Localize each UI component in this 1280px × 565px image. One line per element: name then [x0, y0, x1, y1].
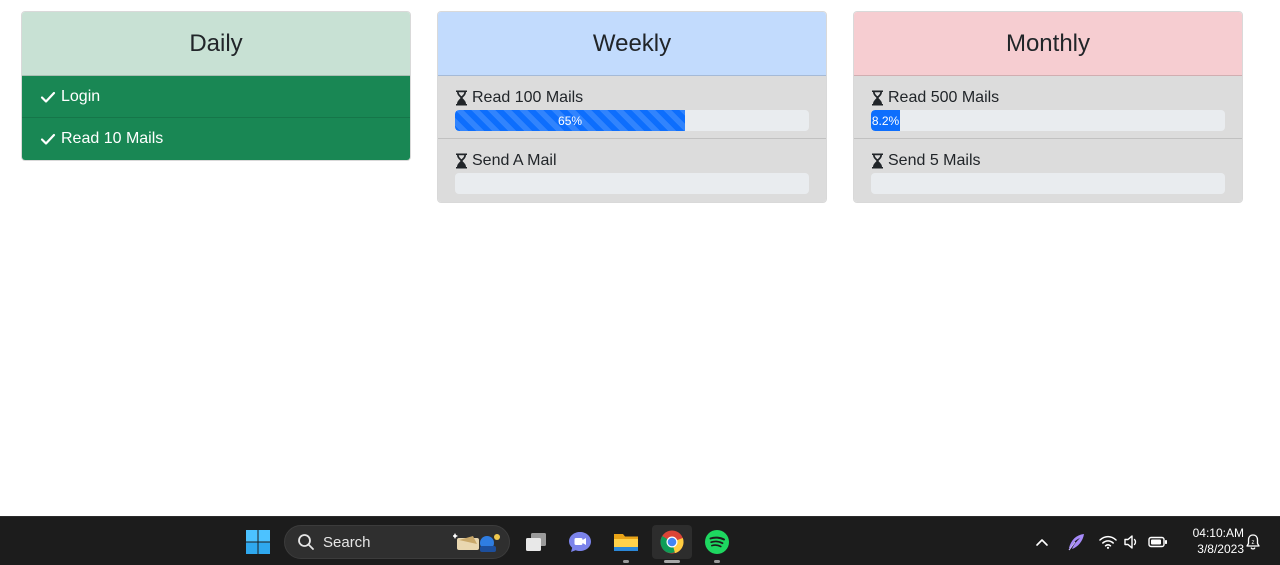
progress-track [871, 173, 1225, 194]
weekly-task-read-mails[interactable]: Read 100 Mails 65% [438, 76, 826, 139]
check-icon [40, 91, 56, 103]
spotify-button[interactable] [700, 525, 734, 563]
hourglass-icon [872, 153, 883, 169]
taskbar-search[interactable]: Search [284, 525, 510, 559]
running-indicator [623, 560, 629, 563]
notification-center-button[interactable]: z [1241, 525, 1265, 559]
search-label: Search [323, 533, 371, 551]
wifi-icon [1099, 535, 1117, 549]
show-hidden-icons-button[interactable] [1026, 525, 1058, 559]
file-explorer-icon [614, 534, 638, 551]
system-clock[interactable]: 04:10:AM 3/8/2023 [1178, 525, 1244, 557]
chevron-up-icon [1036, 539, 1048, 546]
monthly-task-send-mails[interactable]: Send 5 Mails [854, 139, 1242, 202]
progress-bar: 8.2% [871, 110, 901, 131]
volume-button[interactable] [1118, 525, 1146, 559]
task-label: Send 5 Mails [888, 152, 981, 169]
progress-track: 8.2% [871, 110, 1225, 131]
progress-track [455, 173, 809, 194]
task-label: Read 500 Mails [888, 89, 1000, 106]
file-explorer-button[interactable] [609, 525, 643, 563]
teams-chat-button[interactable] [563, 525, 597, 559]
quest-board: Daily Login Read 10 Mails Weekly Read 10… [0, 0, 1280, 516]
hourglass-icon [456, 153, 467, 169]
task-view-icon [526, 533, 546, 551]
search-highlight-icon [453, 533, 500, 552]
hourglass-icon [456, 90, 467, 106]
start-icon [246, 530, 270, 554]
task-label: Read 10 Mails [61, 130, 164, 147]
hourglass-icon [872, 90, 883, 106]
check-icon [40, 133, 56, 145]
notification-icon: z [1246, 534, 1260, 550]
daily-task-login[interactable]: Login [22, 76, 410, 118]
clock-time: 04:10:AM [1192, 526, 1244, 540]
start-button[interactable] [241, 525, 275, 559]
svg-text:z: z [1252, 540, 1255, 546]
feather-app-icon [1068, 534, 1084, 551]
search-icon [298, 534, 314, 550]
task-label: Login [61, 87, 101, 105]
chrome-button[interactable] [652, 525, 692, 563]
clock-date: 3/8/2023 [1197, 542, 1244, 556]
progress-bar: 65% [455, 110, 686, 131]
task-label: Read 100 Mails [472, 89, 584, 106]
weekly-card: Weekly Read 100 Mails 65% Send A Mail [437, 11, 827, 203]
battery-icon [1148, 536, 1167, 548]
taskbar: Search 04:10:AM 3/8/2023 z [0, 516, 1280, 565]
daily-card: Daily Login Read 10 Mails [21, 11, 411, 161]
battery-button[interactable] [1143, 525, 1173, 559]
task-label: Send A Mail [472, 152, 557, 169]
spotify-icon [705, 530, 729, 554]
feather-app-button[interactable] [1060, 525, 1092, 559]
volume-icon [1124, 535, 1137, 549]
running-indicator [714, 560, 720, 563]
weekly-task-send-mail[interactable]: Send A Mail [438, 139, 826, 202]
monthly-header: Monthly [854, 12, 1242, 76]
chrome-icon [660, 530, 684, 554]
teams-chat-icon [569, 532, 591, 552]
running-indicator [664, 560, 680, 563]
daily-header: Daily [22, 12, 410, 76]
monthly-task-read-mails[interactable]: Read 500 Mails 8.2% [854, 76, 1242, 139]
monthly-card: Monthly Read 500 Mails 8.2% Send 5 Mails [853, 11, 1243, 203]
task-view-button[interactable] [519, 525, 553, 559]
daily-task-read-mails[interactable]: Read 10 Mails [22, 118, 410, 160]
progress-track: 65% [455, 110, 809, 131]
weekly-header: Weekly [438, 12, 826, 76]
